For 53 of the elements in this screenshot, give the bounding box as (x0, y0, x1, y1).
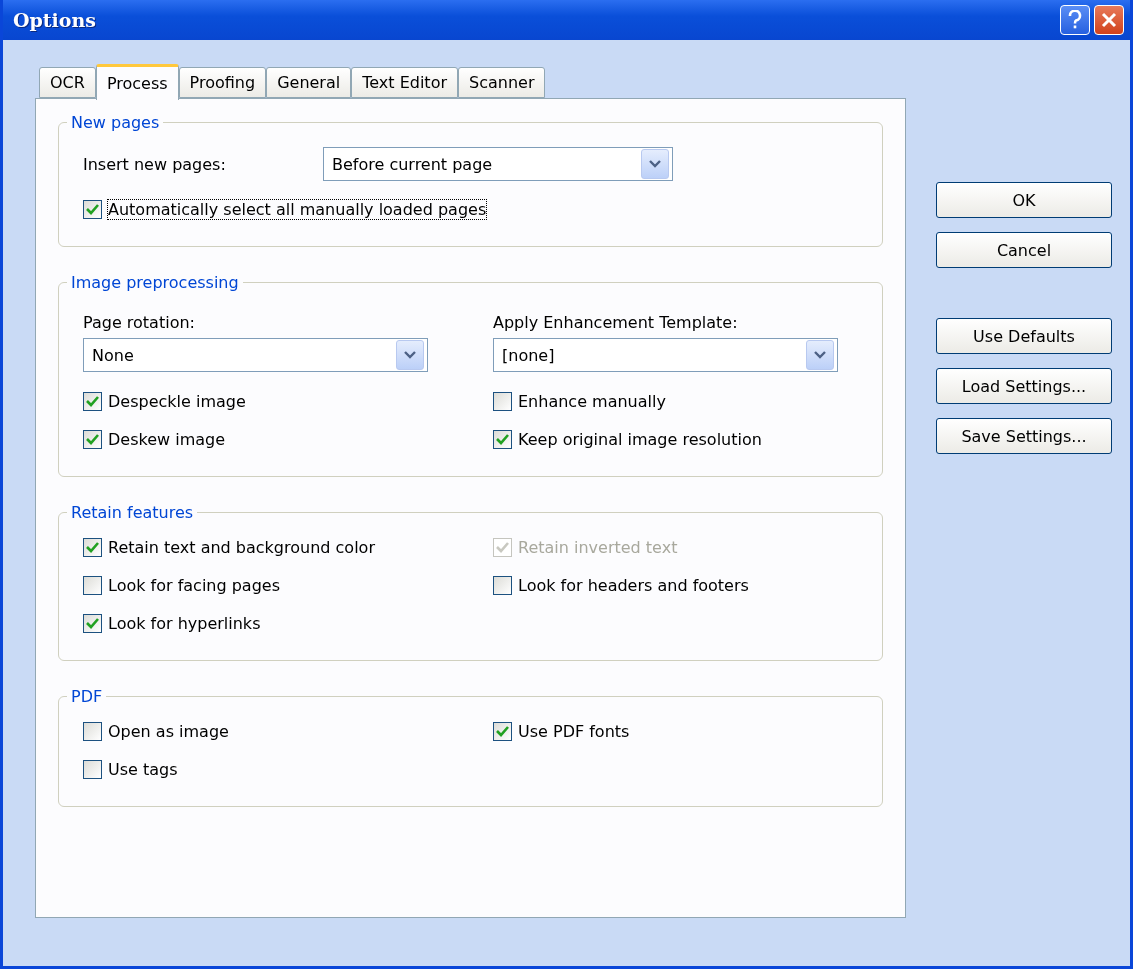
checkbox-label[interactable]: Look for hyperlinks (108, 613, 261, 633)
close-button[interactable] (1094, 5, 1124, 35)
checkbox[interactable] (83, 391, 102, 411)
tab[interactable]: General (266, 67, 352, 98)
checkbox-label[interactable]: Despeckle image (108, 391, 246, 411)
tab[interactable]: Proofing (178, 67, 267, 98)
dialog-button[interactable]: Load Settings... (936, 368, 1112, 404)
close-icon (1101, 12, 1117, 28)
help-button[interactable] (1060, 5, 1090, 35)
tab[interactable]: Process (95, 64, 179, 100)
checkbox-label[interactable]: Retain text and background color (108, 537, 375, 557)
checkbox[interactable] (83, 759, 102, 779)
group-title: New pages (70, 113, 161, 132)
field-label: Page rotation: (83, 312, 196, 332)
dropdown[interactable]: Before current page (323, 147, 673, 181)
question-mark-icon (1068, 10, 1082, 30)
tab[interactable]: Text Editor (351, 67, 458, 98)
tab[interactable]: Scanner (458, 67, 546, 98)
checkbox[interactable] (493, 721, 512, 741)
checkbox[interactable] (493, 391, 512, 411)
checkbox-label[interactable]: Deskew image (108, 429, 226, 449)
checkbox-label[interactable]: Look for headers and footers (518, 575, 749, 595)
checkbox-label[interactable]: Open as image (108, 721, 229, 741)
checkbox[interactable] (83, 613, 102, 633)
checkbox[interactable] (83, 199, 102, 219)
group-title: PDF (70, 687, 104, 706)
checkbox[interactable] (83, 537, 102, 557)
checkbox[interactable] (493, 429, 512, 449)
checkbox[interactable] (83, 429, 102, 449)
group-title: Retain features (70, 503, 195, 522)
dialog-button[interactable]: Use Defaults (936, 318, 1112, 354)
chevron-down-icon (806, 340, 834, 370)
checkbox[interactable] (83, 575, 102, 595)
checkbox-label[interactable]: Look for facing pages (108, 575, 280, 595)
checkbox-label[interactable]: Enhance manually (518, 391, 666, 411)
field-label: Insert new pages: (83, 154, 227, 174)
tab[interactable]: OCR (39, 67, 96, 98)
dropdown[interactable]: [none] (493, 338, 838, 372)
dropdown[interactable]: None (83, 338, 428, 372)
dialog-button[interactable]: Cancel (936, 232, 1112, 268)
dialog-button[interactable]: Save Settings... (936, 418, 1112, 454)
checkbox[interactable] (83, 721, 102, 741)
chevron-down-icon (396, 340, 424, 370)
checkbox[interactable] (493, 575, 512, 595)
field-label: Apply Enhancement Template: (493, 312, 739, 332)
checkbox-label[interactable]: Use tags (108, 759, 178, 779)
checkbox-label[interactable]: Keep original image resolution (518, 429, 762, 449)
checkbox-label[interactable]: Use PDF fonts (518, 721, 630, 741)
window-title: Options (13, 9, 96, 31)
chevron-down-icon (641, 149, 669, 179)
checkbox-label[interactable]: Automatically select all manually loaded pages (108, 199, 487, 219)
dialog-button[interactable]: OK (936, 182, 1112, 218)
group-title: Image preprocessing (70, 273, 240, 292)
